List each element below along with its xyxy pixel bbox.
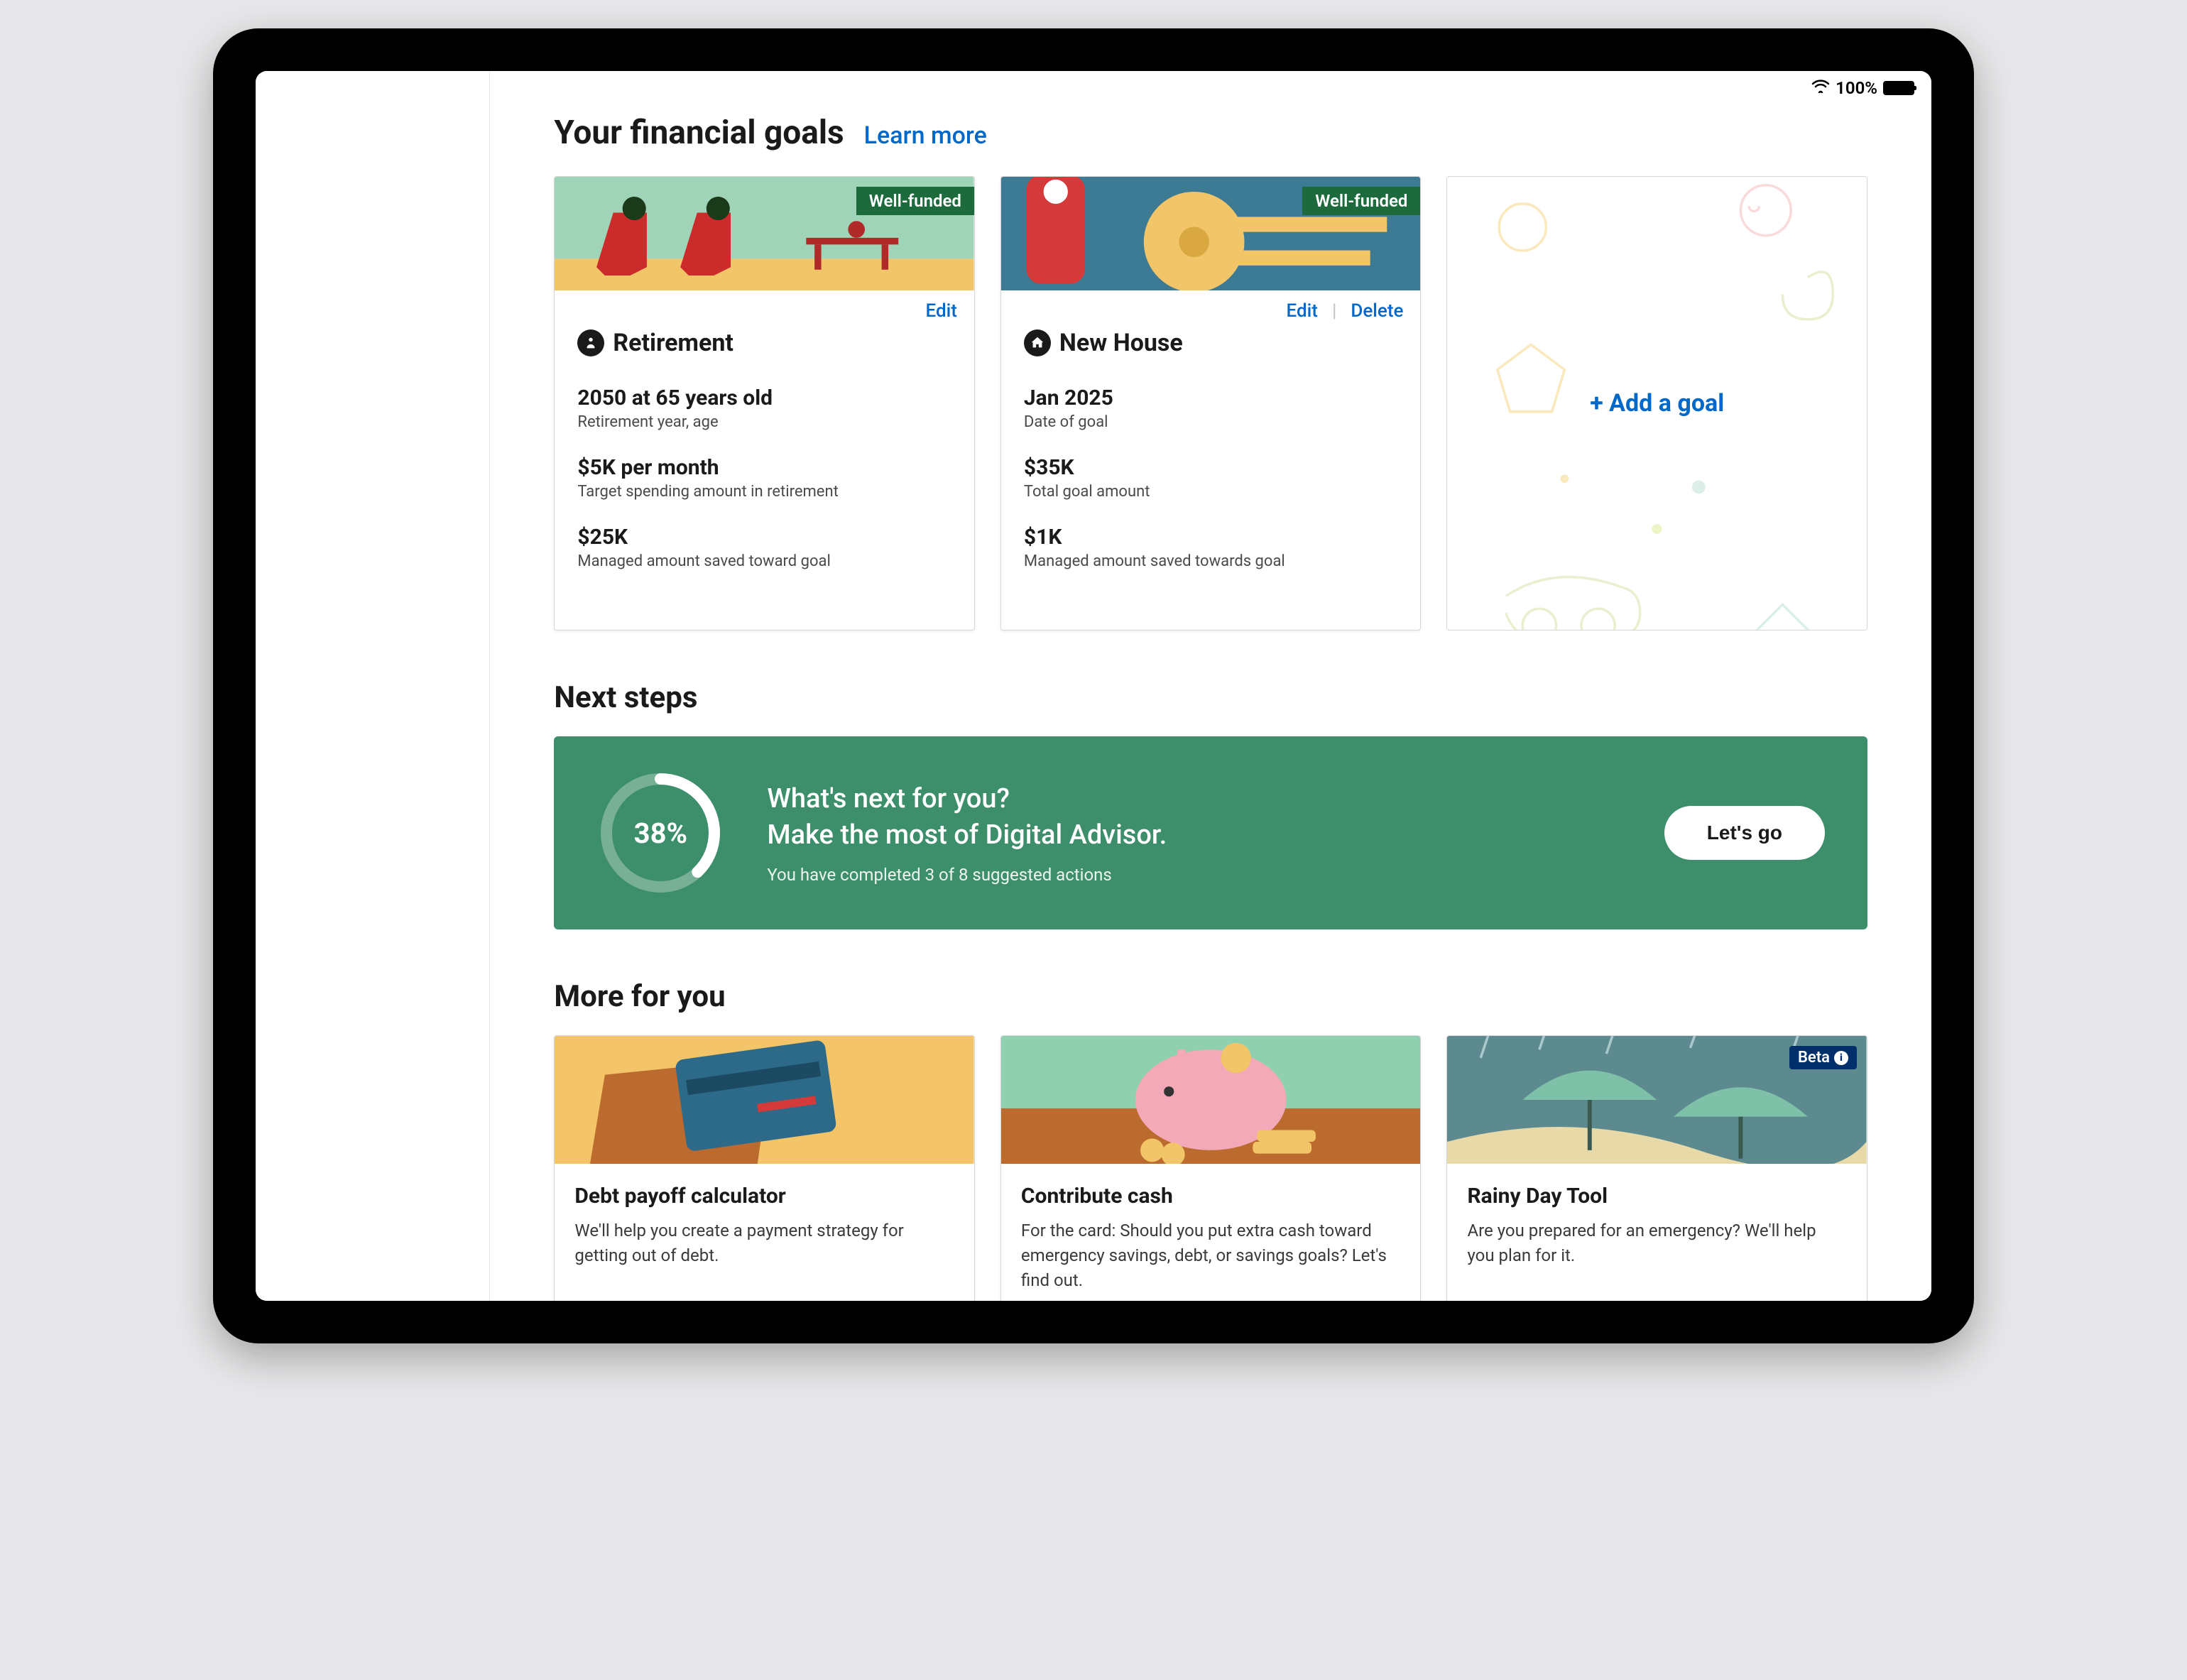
more-row: Debt payoff calculator We'll help you cr… <box>554 1035 1867 1301</box>
goal-card-retirement[interactable]: Well-funded Edit Retirement <box>554 176 975 631</box>
rainy-illustration: Beta i <box>1447 1036 1867 1164</box>
more-heading: More for you <box>554 979 1867 1014</box>
lets-go-button[interactable]: Let's go <box>1664 806 1825 860</box>
goal-title: New House <box>1059 329 1183 357</box>
tablet-frame: 100% Your financial goals Learn more <box>213 28 1974 1343</box>
stat-label: Target spending amount in retirement <box>577 483 951 501</box>
card-actions: Edit <box>555 290 974 326</box>
more-card-contribute[interactable]: Contribute cash For the card: Should you… <box>1000 1035 1422 1301</box>
goals-row: Well-funded Edit Retirement <box>554 176 1867 631</box>
status-bar: 100% <box>1811 78 1914 98</box>
stat-label: Managed amount saved toward goal <box>577 552 951 570</box>
goal-title: Retirement <box>613 329 733 357</box>
wifi-icon <box>1811 79 1830 97</box>
stat-label: Managed amount saved towards goal <box>1024 552 1398 570</box>
banner-headline-2: Make the most of Digital Advisor. <box>767 817 1621 853</box>
left-sidebar <box>256 71 490 1301</box>
add-goal-card[interactable]: + Add a goal <box>1446 176 1867 631</box>
stat-value: $1K <box>1024 525 1398 550</box>
stat-value: 2050 at 65 years old <box>577 386 951 410</box>
more-card-title: Contribute cash <box>1021 1184 1401 1209</box>
goals-header: Your financial goals Learn more <box>554 114 1867 152</box>
progress-ring: 38% <box>596 769 724 897</box>
beta-badge: Beta i <box>1789 1046 1857 1069</box>
card-actions: Edit | Delete <box>1001 290 1421 326</box>
stat-value: $35K <box>1024 455 1398 480</box>
stat-value: $25K <box>577 525 951 550</box>
add-goal-label: + Add a goal <box>1590 389 1724 418</box>
page-title: Your financial goals <box>554 114 844 152</box>
goal-card-new-house[interactable]: Well-funded Edit | Delete <box>1000 176 1422 631</box>
next-steps-banner: 38% What's next for you? Make the most o… <box>554 736 1867 929</box>
status-badge: Well-funded <box>856 187 974 215</box>
edit-link[interactable]: Edit <box>926 300 957 322</box>
debt-illustration <box>555 1036 974 1164</box>
stat-label: Date of goal <box>1024 413 1398 431</box>
house-illustration: Well-funded <box>1001 177 1421 290</box>
battery-percent: 100% <box>1836 78 1877 98</box>
more-card-desc: We'll help you create a payment strategy… <box>574 1218 954 1268</box>
progress-percent: 38% <box>596 769 724 897</box>
stat-value: $5K per month <box>577 455 951 480</box>
more-card-title: Debt payoff calculator <box>574 1184 954 1209</box>
retirement-icon <box>577 329 604 356</box>
stat-label: Total goal amount <box>1024 483 1398 501</box>
more-for-you-section: More for you <box>554 979 1867 1301</box>
divider: | <box>1332 300 1336 322</box>
stat-label: Retirement year, age <box>577 413 951 431</box>
more-card-desc: Are you prepared for an emergency? We'll… <box>1467 1218 1847 1268</box>
screen: 100% Your financial goals Learn more <box>256 71 1931 1301</box>
retirement-illustration: Well-funded <box>555 177 974 290</box>
contribute-illustration <box>1001 1036 1421 1164</box>
more-card-rainy-day[interactable]: Beta i Rainy Day Tool Are you prepared f… <box>1446 1035 1867 1301</box>
status-badge: Well-funded <box>1302 187 1420 215</box>
house-icon <box>1024 329 1051 356</box>
more-card-desc: For the card: Should you put extra cash … <box>1021 1218 1401 1292</box>
more-card-debt[interactable]: Debt payoff calculator We'll help you cr… <box>554 1035 975 1301</box>
battery-icon <box>1883 81 1914 95</box>
banner-headline-1: What's next for you? <box>767 781 1621 817</box>
banner-subtext: You have completed 3 of 8 suggested acti… <box>767 865 1621 885</box>
more-card-title: Rainy Day Tool <box>1467 1184 1847 1209</box>
delete-link[interactable]: Delete <box>1351 300 1403 322</box>
info-icon[interactable]: i <box>1834 1051 1848 1065</box>
next-steps-heading: Next steps <box>554 680 1867 715</box>
next-steps-section: Next steps 38% What's next for you? Make… <box>554 680 1867 929</box>
edit-link[interactable]: Edit <box>1287 300 1318 322</box>
stat-value: Jan 2025 <box>1024 386 1398 410</box>
main-content: Your financial goals Learn more <box>490 71 1931 1301</box>
learn-more-link[interactable]: Learn more <box>864 121 987 150</box>
beta-label: Beta <box>1798 1049 1830 1067</box>
